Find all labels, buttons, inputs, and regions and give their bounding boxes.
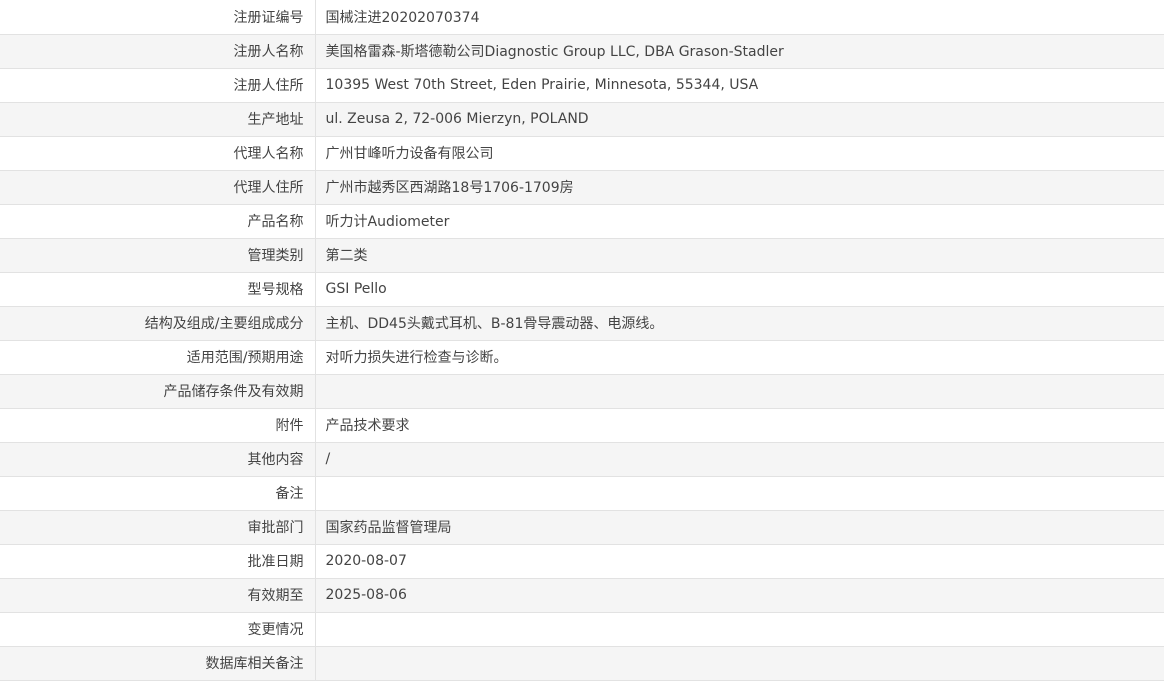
row-agent-address: 代理人住所 广州市越秀区西湖路18号1706-1709房 [0, 170, 1165, 205]
row-approval-date: 批准日期 2020-08-07 [0, 544, 1165, 579]
label-other-content: 其他内容 [0, 442, 316, 477]
label-database-remarks: 数据库相关备注 [0, 646, 316, 681]
label-intended-use: 适用范围/预期用途 [0, 340, 316, 375]
value-approval-date: 2020-08-07 [315, 544, 1165, 579]
label-structure-composition: 结构及组成/主要组成成分 [0, 306, 316, 341]
row-structure-composition: 结构及组成/主要组成成分 主机、DD45头戴式耳机、B-81骨导震动器、电源线。 [0, 306, 1165, 341]
page-right-margin [1164, 0, 1171, 681]
row-storage-validity: 产品储存条件及有效期 [0, 374, 1165, 409]
label-storage-validity: 产品储存条件及有效期 [0, 374, 316, 409]
value-agent-name: 广州甘峰听力设备有限公司 [315, 136, 1165, 171]
label-approval-department: 审批部门 [0, 510, 316, 545]
device-registration-page: 注册证编号 国械注进20202070374 注册人名称 美国格雷森-斯塔德勒公司… [0, 0, 1171, 681]
label-production-address: 生产地址 [0, 102, 316, 137]
label-attachment: 附件 [0, 408, 316, 443]
row-attachment: 附件 产品技术要求 [0, 408, 1165, 443]
row-other-content: 其他内容 / [0, 442, 1165, 477]
label-agent-name: 代理人名称 [0, 136, 316, 171]
row-approval-department: 审批部门 国家药品监督管理局 [0, 510, 1165, 545]
row-production-address: 生产地址 ul. Zeusa 2, 72-006 Mierzyn, POLAND [0, 102, 1165, 137]
label-registrant-address: 注册人住所 [0, 68, 316, 103]
value-other-content: / [315, 442, 1165, 477]
value-production-address: ul. Zeusa 2, 72-006 Mierzyn, POLAND [315, 102, 1165, 137]
registration-record-table: 注册证编号 国械注进20202070374 注册人名称 美国格雷森-斯塔德勒公司… [0, 0, 1165, 681]
value-structure-composition: 主机、DD45头戴式耳机、B-81骨导震动器、电源线。 [315, 306, 1165, 341]
row-agent-name: 代理人名称 广州甘峰听力设备有限公司 [0, 136, 1165, 171]
label-product-name: 产品名称 [0, 204, 316, 239]
label-agent-address: 代理人住所 [0, 170, 316, 205]
value-management-category: 第二类 [315, 238, 1165, 273]
value-product-name: 听力计Audiometer [315, 204, 1165, 239]
value-attachment: 产品技术要求 [315, 408, 1165, 443]
row-registrant-address: 注册人住所 10395 West 70th Street, Eden Prair… [0, 68, 1165, 103]
row-valid-until: 有效期至 2025-08-06 [0, 578, 1165, 613]
value-valid-until: 2025-08-06 [315, 578, 1165, 613]
value-approval-department: 国家药品监督管理局 [315, 510, 1165, 545]
value-registrant-address: 10395 West 70th Street, Eden Prairie, Mi… [315, 68, 1165, 103]
value-registrant-name: 美国格雷森-斯塔德勒公司Diagnostic Group LLC, DBA Gr… [315, 34, 1165, 69]
label-change-status: 变更情况 [0, 612, 316, 647]
value-registration-number: 国械注进20202070374 [315, 0, 1165, 35]
label-approval-date: 批准日期 [0, 544, 316, 579]
label-registrant-name: 注册人名称 [0, 34, 316, 69]
value-intended-use: 对听力损失进行检查与诊断。 [315, 340, 1165, 375]
row-registration-number: 注册证编号 国械注进20202070374 [0, 0, 1165, 35]
row-product-name: 产品名称 听力计Audiometer [0, 204, 1165, 239]
value-remarks [315, 476, 1165, 511]
value-model-spec: GSI Pello [315, 272, 1165, 307]
label-management-category: 管理类别 [0, 238, 316, 273]
row-change-status: 变更情况 [0, 612, 1165, 647]
value-change-status [315, 612, 1165, 647]
label-registration-number: 注册证编号 [0, 0, 316, 35]
label-valid-until: 有效期至 [0, 578, 316, 613]
value-agent-address: 广州市越秀区西湖路18号1706-1709房 [315, 170, 1165, 205]
row-model-spec: 型号规格 GSI Pello [0, 272, 1165, 307]
label-remarks: 备注 [0, 476, 316, 511]
label-model-spec: 型号规格 [0, 272, 316, 307]
row-intended-use: 适用范围/预期用途 对听力损失进行检查与诊断。 [0, 340, 1165, 375]
row-management-category: 管理类别 第二类 [0, 238, 1165, 273]
row-registrant-name: 注册人名称 美国格雷森-斯塔德勒公司Diagnostic Group LLC, … [0, 34, 1165, 69]
value-database-remarks [315, 646, 1165, 681]
row-database-remarks: 数据库相关备注 [0, 646, 1165, 681]
row-remarks: 备注 [0, 476, 1165, 511]
value-storage-validity [315, 374, 1165, 409]
